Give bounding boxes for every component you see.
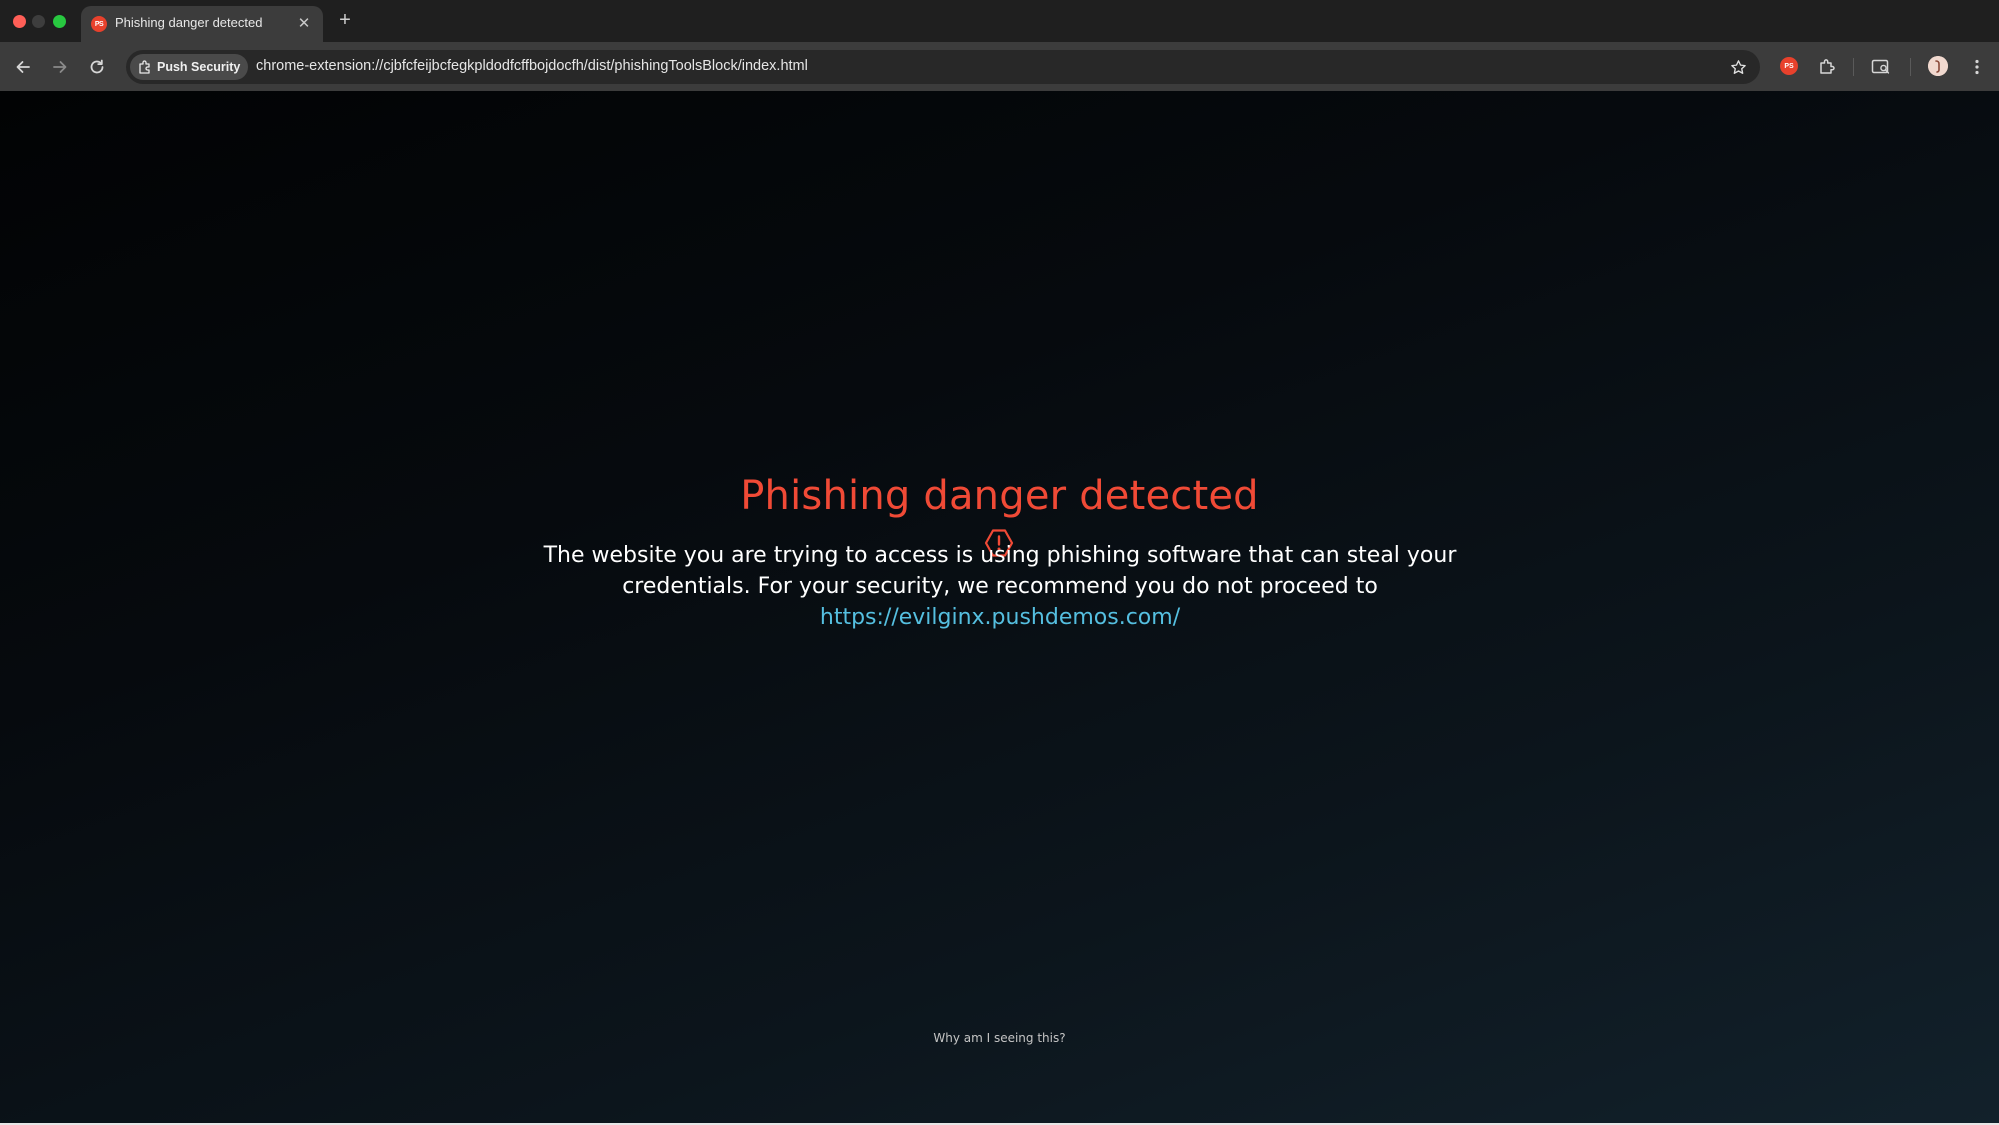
extension-chip-icon [137, 59, 153, 75]
warning-message: The website you are trying to access is … [490, 540, 1510, 633]
more-icon[interactable] [1964, 54, 1990, 80]
avatar[interactable] [1928, 56, 1948, 76]
maximize-window-button[interactable] [53, 15, 66, 28]
tab-title: Phishing danger detected [115, 15, 263, 30]
browser-window: PS Phishing danger detected ✕ + Push Sec… [0, 0, 1999, 1125]
site-info-chip-label: Push Security [157, 60, 241, 74]
site-info-chip[interactable]: Push Security [130, 54, 248, 80]
browser-toolbar: Push Security chrome-extension://cjbfcfe… [0, 42, 1999, 91]
tab-phishing-danger[interactable]: PS Phishing danger detected ✕ [81, 6, 323, 42]
side-panel-search-icon[interactable] [1868, 54, 1894, 80]
tab-close-icon[interactable]: ✕ [294, 13, 314, 33]
tab-strip: PS Phishing danger detected ✕ + [0, 0, 1999, 42]
toolbar-separator [1910, 58, 1911, 76]
minimize-window-button[interactable] [32, 15, 45, 28]
warning-message-text: The website you are trying to access is … [543, 543, 1457, 599]
forward-icon[interactable] [47, 54, 73, 80]
why-am-i-seeing-this-link[interactable]: Why am I seeing this? [0, 1031, 1999, 1045]
blocked-site-link[interactable]: https://evilginx.pushdemos.com/ [820, 605, 1180, 630]
star-icon[interactable] [1726, 55, 1750, 79]
new-tab-button[interactable]: + [333, 8, 357, 32]
back-icon[interactable] [10, 54, 36, 80]
toolbar-separator [1853, 58, 1854, 76]
reload-icon[interactable] [84, 54, 110, 80]
close-window-button[interactable] [13, 15, 26, 28]
tab-favicon-icon: PS [91, 16, 107, 32]
puzzle-icon[interactable] [1814, 54, 1840, 80]
page-title: Phishing danger detected [740, 473, 1259, 519]
address-bar[interactable]: Push Security chrome-extension://cjbfcfe… [126, 50, 1760, 84]
url-text[interactable]: chrome-extension://cjbfcfeijbcfegkpldodf… [256, 58, 808, 74]
push-extension-icon[interactable]: PS [1780, 57, 1798, 75]
